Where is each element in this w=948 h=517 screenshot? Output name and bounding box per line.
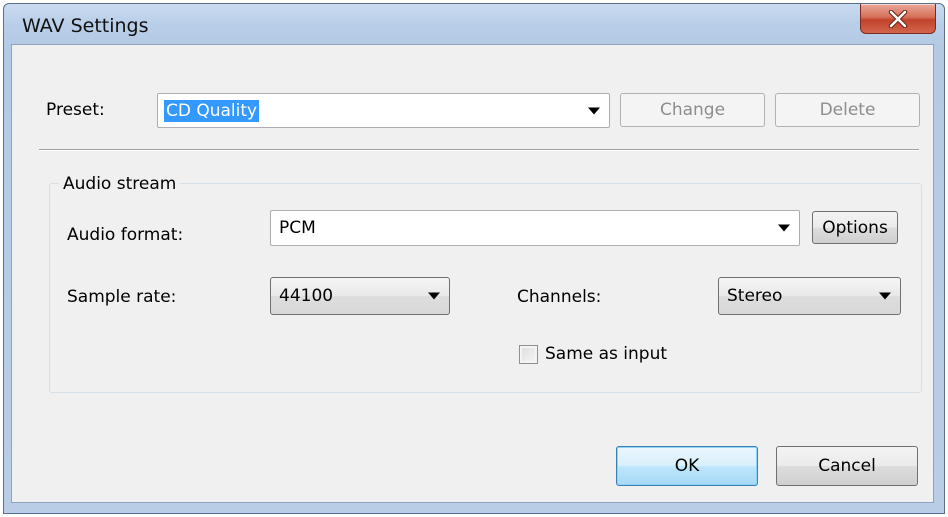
delete-button[interactable]: Delete <box>775 93 920 127</box>
change-button[interactable]: Change <box>620 93 765 127</box>
chevron-down-icon[interactable] <box>428 292 440 300</box>
audio-stream-group-title: Audio stream <box>59 174 181 194</box>
audio-format-value: PCM <box>279 218 316 238</box>
ok-button[interactable]: OK <box>616 446 758 486</box>
options-button[interactable]: Options <box>812 211 898 244</box>
chevron-down-icon[interactable] <box>778 224 790 232</box>
preset-value: CD Quality <box>164 99 260 122</box>
window-title: WAV Settings <box>22 15 149 37</box>
channels-label: Channels: <box>517 287 602 307</box>
separator-line <box>39 149 919 151</box>
preset-label: Preset: <box>46 100 105 120</box>
title-bar[interactable]: WAV Settings <box>4 4 944 44</box>
same-as-input-label[interactable]: Same as input <box>545 344 667 364</box>
audio-format-label: Audio format: <box>67 225 184 245</box>
sample-rate-value: 44100 <box>279 286 334 306</box>
channels-value: Stereo <box>727 286 783 306</box>
chevron-down-icon[interactable] <box>588 107 600 114</box>
close-icon <box>888 9 908 28</box>
channels-combobox[interactable]: Stereo <box>718 277 901 315</box>
same-as-input-checkbox[interactable] <box>519 345 538 364</box>
audio-format-combobox[interactable]: PCM <box>270 210 800 246</box>
preset-combobox[interactable]: CD Quality <box>157 93 610 128</box>
chevron-down-icon[interactable] <box>879 292 891 300</box>
close-button[interactable] <box>860 4 936 34</box>
sample-rate-combobox[interactable]: 44100 <box>270 277 450 315</box>
sample-rate-label: Sample rate: <box>67 287 177 307</box>
cancel-button[interactable]: Cancel <box>776 446 918 486</box>
